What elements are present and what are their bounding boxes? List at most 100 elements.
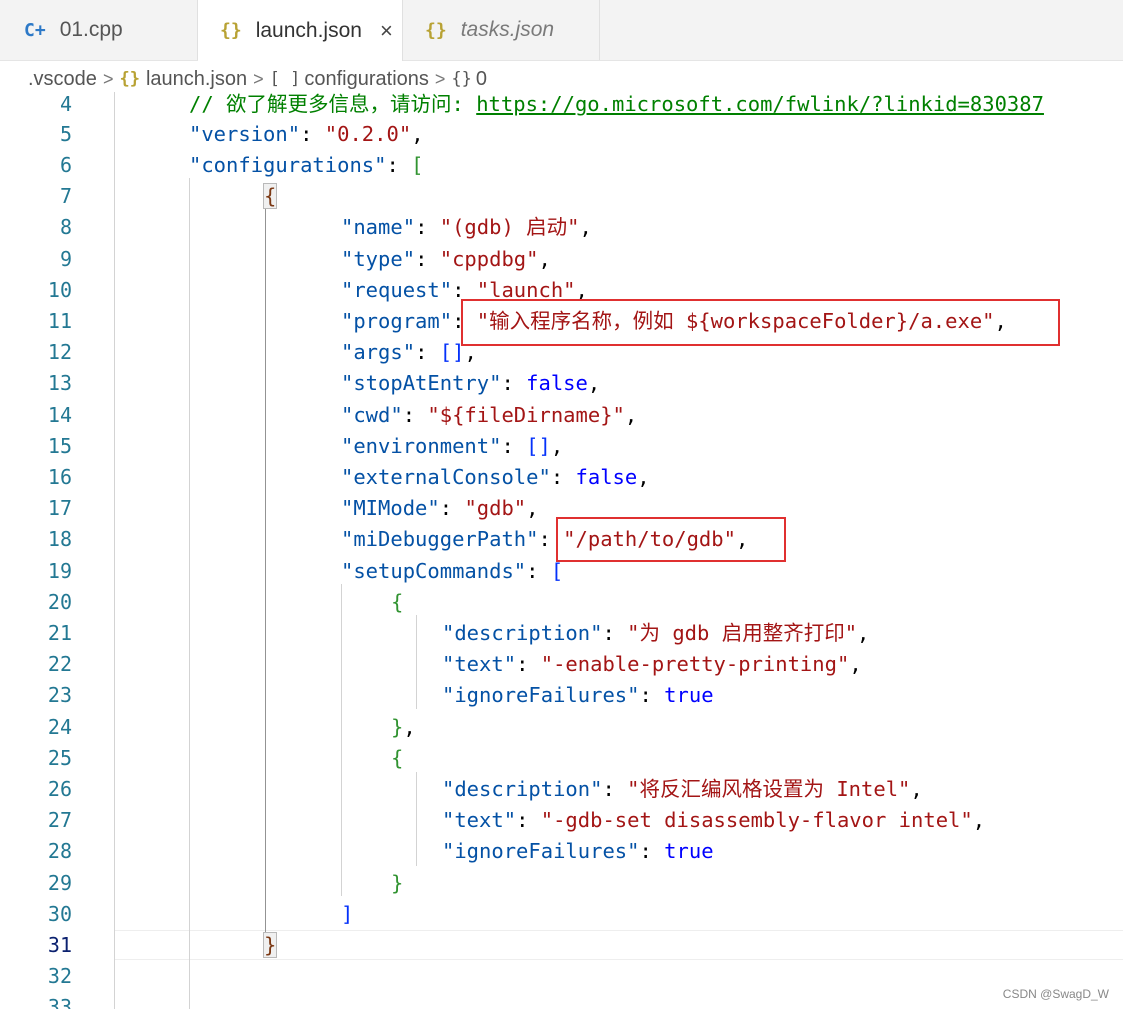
line-number: 30 xyxy=(47,902,72,926)
line-number: 21 xyxy=(47,621,72,645)
code-editor[interactable]: 4 5 6 7 8 9 10 11 12 13 14 15 16 17 18 1… xyxy=(0,92,1123,1009)
json-key: "name" xyxy=(341,215,416,239)
line-number: 27 xyxy=(47,808,72,832)
json-string: "0.2.0" xyxy=(324,122,412,146)
tab-tasks-json[interactable]: {} tasks.json xyxy=(403,0,600,60)
json-key: "ignoreFailures" xyxy=(442,839,640,863)
json-key: "request" xyxy=(341,278,453,302)
array-icon: [ ] xyxy=(269,69,301,89)
breadcrumb-index[interactable]: 0 xyxy=(476,68,487,91)
line-number: 9 xyxy=(59,247,72,271)
code-line-25: { xyxy=(391,746,404,770)
line-number: 11 xyxy=(47,309,72,333)
code-line-22: "text": "-enable-pretty-printing", xyxy=(442,652,862,676)
json-string: "(gdb) 启动" xyxy=(439,215,580,239)
code-url-link[interactable]: https://go.microsoft.com/fwlink/?linkid=… xyxy=(476,92,1044,116)
line-number: 32 xyxy=(47,964,72,988)
chevron-right-icon: > xyxy=(102,68,114,89)
code-line-14: "cwd": "${fileDirname}", xyxy=(341,403,638,427)
breadcrumb-section[interactable]: configurations xyxy=(304,68,429,91)
json-boolean: false xyxy=(526,371,588,395)
json-string: "为 gdb 启用整齐打印" xyxy=(627,621,858,645)
code-line-27: "text": "-gdb-set disassembly-flavor int… xyxy=(442,808,986,832)
json-key: "description" xyxy=(442,777,603,801)
object-icon: {} xyxy=(451,69,472,89)
breadcrumb-folder[interactable]: .vscode xyxy=(28,68,97,91)
json-key: "environment" xyxy=(341,434,502,458)
json-string: "-gdb-set disassembly-flavor intel" xyxy=(540,808,973,832)
json-key: "setupCommands" xyxy=(341,559,527,583)
code-line-17: "MIMode": "gdb", xyxy=(341,496,539,520)
code-line-30: ] xyxy=(341,902,354,926)
json-string: "将反汇编风格设置为 Intel" xyxy=(627,777,911,801)
json-boolean: false xyxy=(575,465,638,489)
line-number: 8 xyxy=(59,215,72,239)
tab-bar: C+ 01.cpp {} launch.json × {} tasks.json xyxy=(0,0,1123,61)
line-number: 12 xyxy=(47,340,72,364)
line-number: 15 xyxy=(47,434,72,458)
line-number: 10 xyxy=(47,278,72,302)
highlight-box-debugger-path xyxy=(556,517,786,562)
json-string: "${fileDirname}" xyxy=(427,403,625,427)
line-number-current: 31 xyxy=(47,933,72,957)
json-key: "externalConsole" xyxy=(341,465,551,489)
code-line-4: // 欲了解更多信息，请访问: https://go.microsoft.com… xyxy=(189,92,1044,120)
code-line-26: "description": "将反汇编风格设置为 Intel", xyxy=(442,777,923,801)
breadcrumb-file[interactable]: launch.json xyxy=(146,68,247,91)
line-number: 19 xyxy=(47,559,72,583)
tab-label: launch.json xyxy=(255,18,362,42)
line-number: 13 xyxy=(47,371,72,395)
line-number: 23 xyxy=(47,683,72,707)
json-key: "text" xyxy=(442,808,517,832)
indent-guide xyxy=(114,92,115,1009)
highlight-box-program xyxy=(461,299,1060,346)
code-line-8: "name": "(gdb) 启动", xyxy=(341,215,592,239)
code-line-21: "description": "为 gdb 启用整齐打印", xyxy=(442,621,870,645)
indent-guide-active xyxy=(265,209,266,939)
json-key: "configurations" xyxy=(189,153,387,177)
code-comment: // 欲了解更多信息，请访问: xyxy=(189,92,477,116)
close-icon[interactable]: × xyxy=(380,18,393,44)
json-key: "description" xyxy=(442,621,603,645)
json-key: "miDebuggerPath" xyxy=(341,527,539,551)
line-number: 29 xyxy=(47,871,72,895)
code-line-6: "configurations": [ xyxy=(189,153,424,177)
json-key: "version" xyxy=(189,122,301,146)
json-key: "text" xyxy=(442,652,517,676)
json-boolean: true xyxy=(664,683,714,707)
line-number: 4 xyxy=(59,92,72,116)
indent-guide xyxy=(189,178,190,1009)
line-number: 24 xyxy=(47,715,72,739)
matched-brace: } xyxy=(262,932,278,958)
code-line-9: "type": "cppdbg", xyxy=(341,247,551,271)
tab-launch-json[interactable]: {} launch.json × xyxy=(198,0,403,61)
chevron-right-icon: > xyxy=(253,68,264,89)
code-line-15: "environment": [], xyxy=(341,434,564,458)
line-number: 7 xyxy=(59,184,72,208)
code-line-16: "externalConsole": false, xyxy=(341,465,650,489)
json-key: "stopAtEntry" xyxy=(341,371,502,395)
line-number: 28 xyxy=(47,839,72,863)
json-string: "cppdbg" xyxy=(439,247,539,271)
tab-01-cpp[interactable]: C+ 01.cpp xyxy=(0,0,198,60)
tab-label: tasks.json xyxy=(460,18,555,41)
json-key: "MIMode" xyxy=(341,496,440,520)
json-string: "-enable-pretty-printing" xyxy=(540,652,850,676)
code-line-29: } xyxy=(391,871,404,895)
json-boolean: true xyxy=(664,839,714,863)
chevron-right-icon: > xyxy=(434,68,446,89)
code-line-5: "version": "0.2.0", xyxy=(189,122,424,146)
code-line-23: "ignoreFailures": true xyxy=(442,683,714,707)
line-number: 5 xyxy=(59,122,72,146)
json-key: "args" xyxy=(341,340,416,364)
code-line-19: "setupCommands": [ xyxy=(341,559,564,583)
json-key: "cwd" xyxy=(341,403,403,427)
code-line-13: "stopAtEntry": false, xyxy=(341,371,601,395)
line-number: 17 xyxy=(47,496,72,520)
line-number: 22 xyxy=(47,652,72,676)
code-line-31: } xyxy=(262,930,278,961)
json-key: "type" xyxy=(341,247,416,271)
json-file-icon: {} xyxy=(425,19,447,41)
indent-guide xyxy=(416,615,417,709)
line-number: 33 xyxy=(47,995,72,1009)
